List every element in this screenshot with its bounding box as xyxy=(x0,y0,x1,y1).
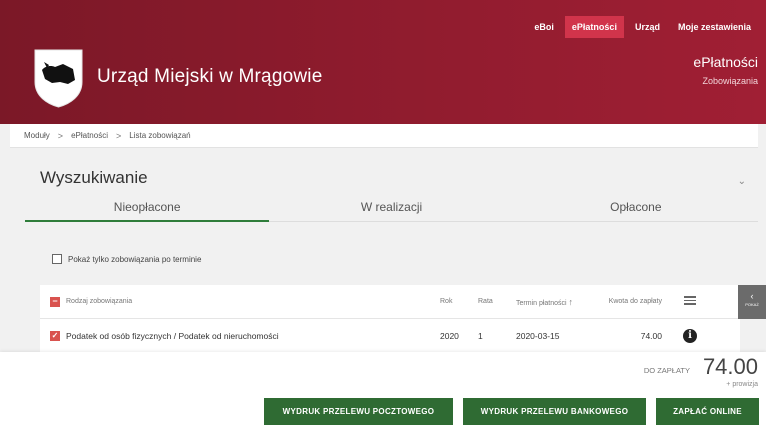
row-info[interactable]: i xyxy=(670,328,710,343)
page: eBoi ePłatności Urząd Moje zestawienia U… xyxy=(0,0,766,425)
table-row[interactable]: ✓ Podatek od osób fizycznych / Podatek o… xyxy=(40,319,740,352)
menu-icon xyxy=(684,294,696,307)
column-menu[interactable] xyxy=(670,294,710,309)
nav-eboi[interactable]: eBoi xyxy=(527,16,561,38)
search-section-title: Wyszukiwanie xyxy=(40,168,148,187)
breadcrumb-item-lista: Lista zobowiązań xyxy=(129,131,191,140)
header: eBoi ePłatności Urząd Moje zestawienia U… xyxy=(0,0,766,124)
side-panel-toggle[interactable]: ‹ POKAŻ xyxy=(738,285,766,319)
chevron-right-icon: > xyxy=(57,130,64,141)
header-type[interactable]: Rodzaj zobowiązania xyxy=(66,298,440,305)
overdue-checkbox[interactable] xyxy=(52,254,62,264)
header-termin-label: Termin płatności xyxy=(516,299,567,307)
breadcrumb-item-moduly[interactable]: Moduły xyxy=(24,131,50,140)
obligations-table: − Rodzaj zobowiązania Rok Rata Termin pł… xyxy=(40,285,740,352)
info-icon[interactable]: i xyxy=(683,328,697,343)
coat-of-arms-logo xyxy=(34,49,83,108)
sort-up-icon: ↑ xyxy=(568,296,574,307)
due-amount: 74.00 xyxy=(702,354,758,379)
row-select-cell: ✓ xyxy=(40,330,66,341)
cell-rata: 1 xyxy=(478,330,483,341)
module-subtitle: Zobowiązania xyxy=(702,76,758,86)
header-termin[interactable]: Termin płatności ↑ xyxy=(516,297,604,307)
fee-note: + prowizja xyxy=(726,381,758,388)
due-label: DO ZAPŁATY xyxy=(643,366,690,375)
cell-rok: 2020 xyxy=(440,330,459,341)
pay-online-button[interactable]: ZAPŁAĆ ONLINE xyxy=(656,398,759,425)
tab-oplacone[interactable]: Opłacone xyxy=(514,196,758,221)
site-title: Urząd Miejski w Mrągowie xyxy=(97,66,323,87)
select-all-cell: − xyxy=(40,296,66,307)
row-checkbox[interactable]: ✓ xyxy=(50,330,60,341)
cell-termin: 2020-03-15 xyxy=(516,330,560,341)
breadcrumb: Moduły > ePłatności > Lista zobowiązań xyxy=(10,124,758,148)
chevron-down-icon[interactable]: ⌄ xyxy=(738,176,746,187)
chevron-right-icon: > xyxy=(115,130,122,141)
status-tabs: Nieopłacone W realizacji Opłacone xyxy=(25,196,758,222)
cell-kwota: 74.00 xyxy=(640,330,662,341)
chevron-left-icon: ‹ xyxy=(750,291,754,301)
header-kwota[interactable]: Kwota do zapłaty xyxy=(604,298,670,305)
cell-type: Podatek od osób fizycznych / Podatek od … xyxy=(66,330,279,341)
postal-transfer-print-button[interactable]: WYDRUK PRZELEWU POCZTOWEGO xyxy=(264,398,453,425)
top-nav: eBoi ePłatności Urząd Moje zestawienia xyxy=(527,16,758,38)
overdue-filter-label: Pokaż tylko zobowiązania po terminie xyxy=(68,254,202,264)
nav-eplatnosci[interactable]: ePłatności xyxy=(564,16,624,38)
header-rata[interactable]: Rata xyxy=(478,298,516,305)
nav-moje-zestawienia[interactable]: Moje zestawienia xyxy=(671,16,758,38)
module-title: ePłatności xyxy=(693,54,758,70)
side-panel-label: POKAŻ xyxy=(745,302,759,307)
bank-transfer-print-button[interactable]: WYDRUK PRZELEWU BANKOWEGO xyxy=(463,398,646,425)
table-header: − Rodzaj zobowiązania Rok Rata Termin pł… xyxy=(40,285,740,319)
overdue-filter[interactable]: Pokaż tylko zobowiązania po terminie xyxy=(52,254,201,264)
header-rok[interactable]: Rok xyxy=(440,298,478,305)
select-all-checkbox[interactable]: − xyxy=(50,296,60,307)
tab-w-realizacji[interactable]: W realizacji xyxy=(269,196,513,221)
tab-nieoplacone[interactable]: Nieopłacone xyxy=(25,196,270,222)
nav-urzad[interactable]: Urząd xyxy=(628,16,667,38)
breadcrumb-item-eplatnosci[interactable]: ePłatności xyxy=(71,131,108,140)
